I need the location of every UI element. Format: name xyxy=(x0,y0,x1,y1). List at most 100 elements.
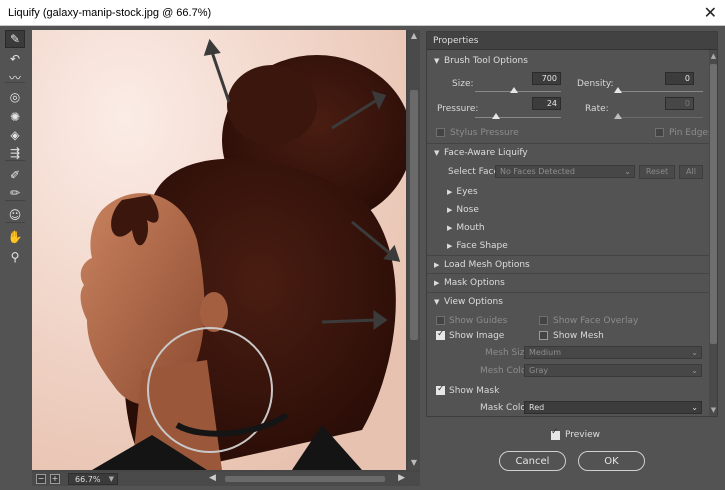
expand-arrow-icon: ▶ xyxy=(447,242,453,250)
scroll-thumb[interactable] xyxy=(225,476,385,482)
size-field[interactable]: 700 xyxy=(532,72,561,85)
expand-arrow-icon: ▶ xyxy=(434,278,440,287)
select-face-value: No Faces Detected xyxy=(500,167,575,176)
section-view-options[interactable]: ▼ View Options xyxy=(427,292,709,310)
show-mask-checkbox[interactable] xyxy=(436,384,445,395)
cancel-button[interactable]: Cancel xyxy=(499,451,566,471)
expand-arrow-icon: ▶ xyxy=(447,188,453,196)
tool-separator xyxy=(5,200,25,201)
section-brush-tool-options[interactable]: ▼ Brush Tool Options xyxy=(427,52,709,70)
show-face-overlay-checkbox[interactable] xyxy=(539,316,548,325)
size-label: Size: xyxy=(452,79,474,89)
section-face-aware-liquify[interactable]: ▼ Face-Aware Liquify xyxy=(427,143,709,161)
properties-header: Properties xyxy=(427,32,717,50)
forward-warp-tool-icon[interactable]: ✎ xyxy=(5,30,25,48)
scroll-up-icon[interactable]: ▲ xyxy=(409,31,419,41)
tool-separator xyxy=(5,222,25,223)
tool-panel: ✎ ↶ 〰 ◎ ✺ ◈ ⇶ ✐ ✏ ☺ ✋ ⚲ xyxy=(0,26,30,490)
scroll-down-icon[interactable]: ▼ xyxy=(409,458,419,468)
show-image-label: Show Image xyxy=(449,331,505,341)
ok-button[interactable]: OK xyxy=(578,451,645,471)
face-all-button[interactable]: All xyxy=(679,165,703,179)
pucker-tool-icon[interactable]: ✺ xyxy=(5,108,25,126)
face-shape-subsection[interactable]: ▶ Face Shape xyxy=(447,241,508,251)
density-field[interactable]: 0 xyxy=(665,72,694,85)
mesh-color-dropdown[interactable]: Gray ⌄ xyxy=(524,364,702,377)
show-mask-label: Show Mask xyxy=(449,386,500,396)
mesh-size-dropdown[interactable]: Medium ⌄ xyxy=(524,346,702,359)
smooth-tool-icon[interactable]: 〰 xyxy=(5,68,25,86)
zoom-tool-icon[interactable]: ⚲ xyxy=(5,248,25,266)
size-slider[interactable] xyxy=(475,87,561,93)
stylus-pressure-checkbox[interactable] xyxy=(436,128,445,137)
slider-knob[interactable] xyxy=(510,87,518,93)
scroll-thumb[interactable] xyxy=(710,64,717,344)
properties-panel: Properties ▼ Brush Tool Options Size: 70… xyxy=(426,31,718,417)
density-slider[interactable] xyxy=(614,87,703,93)
preview-label: Preview xyxy=(565,430,601,440)
mouth-label: Mouth xyxy=(456,223,485,233)
scroll-right-icon[interactable]: ▶ xyxy=(398,473,405,483)
scroll-down-icon[interactable]: ▼ xyxy=(709,406,717,414)
tool-separator xyxy=(5,160,25,161)
show-mesh-checkbox[interactable] xyxy=(539,331,548,340)
zoom-bar: − + 66.7% ▼ ◀ ▶ xyxy=(32,472,420,486)
show-mesh-label: Show Mesh xyxy=(553,331,604,341)
mask-color-value: Red xyxy=(529,403,545,412)
stylus-pressure-label: Stylus Pressure xyxy=(450,128,519,138)
section-title: Load Mesh Options xyxy=(444,259,530,270)
eyes-subsection[interactable]: ▶ Eyes xyxy=(447,187,478,197)
hand-tool-icon[interactable]: ✋ xyxy=(5,228,25,246)
reconstruct-tool-icon[interactable]: ↶ xyxy=(5,50,25,68)
show-image-checkbox[interactable] xyxy=(436,329,445,340)
face-shape-label: Face Shape xyxy=(456,241,508,251)
scroll-thumb[interactable] xyxy=(410,90,418,340)
select-face-dropdown[interactable]: No Faces Detected ⌄ xyxy=(495,165,635,178)
pressure-field[interactable]: 24 xyxy=(532,97,561,110)
pressure-label: Pressure: xyxy=(437,104,479,114)
zoom-level-select[interactable]: 66.7% ▼ xyxy=(68,473,118,485)
section-title: View Options xyxy=(444,296,503,307)
canvas-vertical-scrollbar[interactable]: ▲ ▼ xyxy=(408,30,420,470)
preview-checkbox[interactable] xyxy=(551,430,560,440)
expand-arrow-icon: ▶ xyxy=(447,224,453,232)
rate-field[interactable]: 0 xyxy=(665,97,694,110)
zoom-in-button[interactable]: + xyxy=(50,474,60,484)
show-guides-label: Show Guides xyxy=(449,316,508,326)
image-canvas[interactable] xyxy=(32,30,406,470)
section-mask-options[interactable]: ▶ Mask Options xyxy=(427,273,709,291)
zoom-level-value: 66.7% xyxy=(75,474,101,484)
slider-knob[interactable] xyxy=(614,113,622,119)
slider-knob[interactable] xyxy=(614,87,622,93)
pin-edges-checkbox[interactable] xyxy=(655,128,664,137)
preview-toggle[interactable]: Preview xyxy=(551,430,600,440)
section-title: Mask Options xyxy=(444,277,505,288)
zoom-out-button[interactable]: − xyxy=(36,474,46,484)
scroll-up-icon[interactable]: ▲ xyxy=(709,52,717,60)
nose-subsection[interactable]: ▶ Nose xyxy=(447,205,479,215)
bloat-tool-icon[interactable]: ◈ xyxy=(5,126,25,144)
pressure-slider[interactable] xyxy=(475,113,561,119)
mouth-subsection[interactable]: ▶ Mouth xyxy=(447,223,485,233)
canvas-horizontal-scrollbar[interactable]: ◀ ▶ xyxy=(207,473,407,484)
rate-label: Rate: xyxy=(585,104,609,114)
nose-label: Nose xyxy=(456,205,479,215)
section-load-mesh-options[interactable]: ▶ Load Mesh Options xyxy=(427,255,709,273)
collapse-arrow-icon: ▼ xyxy=(434,57,440,65)
expand-arrow-icon: ▶ xyxy=(434,260,440,269)
face-reset-button[interactable]: Reset xyxy=(639,165,675,179)
density-label: Density: xyxy=(577,79,614,89)
show-guides-checkbox[interactable] xyxy=(436,316,445,325)
rate-slider[interactable] xyxy=(614,113,703,119)
chevron-down-icon: ⌄ xyxy=(691,348,698,357)
chevron-down-icon: ⌄ xyxy=(624,167,631,176)
tool-separator xyxy=(5,82,25,83)
properties-scrollbar[interactable]: ▲ ▼ xyxy=(709,50,717,416)
scroll-left-icon[interactable]: ◀ xyxy=(209,473,216,483)
close-icon[interactable]: ✕ xyxy=(704,3,717,22)
twirl-tool-icon[interactable]: ◎ xyxy=(5,88,25,106)
freeze-mask-tool-icon[interactable]: ✐ xyxy=(5,166,25,184)
mask-color-dropdown[interactable]: Red ⌄ xyxy=(524,401,702,414)
chevron-down-icon: ▼ xyxy=(108,475,114,483)
slider-knob[interactable] xyxy=(492,113,500,119)
